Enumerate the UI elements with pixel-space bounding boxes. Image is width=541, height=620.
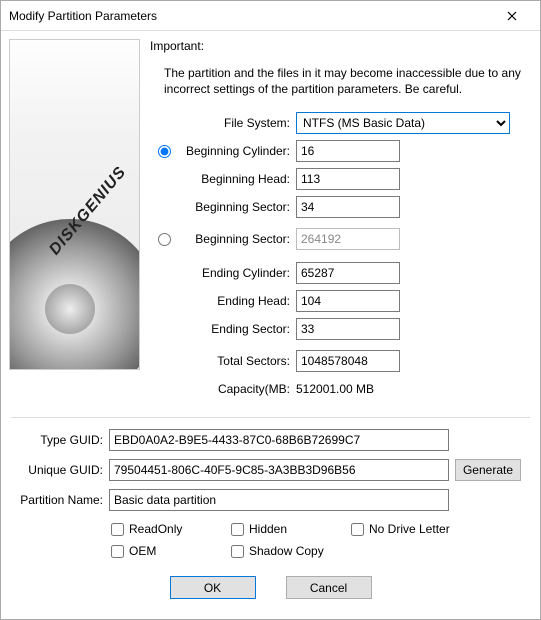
no-drive-letter-checkbox[interactable]: No Drive Letter (351, 518, 491, 540)
beginning-sector-lba-label: Beginning Sector: (178, 232, 296, 246)
capacity-value: 512001.00 MB (296, 382, 374, 396)
cancel-button[interactable]: Cancel (286, 576, 372, 599)
readonly-checkbox[interactable]: ReadOnly (111, 518, 231, 540)
ending-cylinder-input[interactable] (296, 262, 400, 284)
oem-checkbox-box[interactable] (111, 545, 124, 558)
beginning-sector-lba-input (296, 228, 400, 250)
file-system-label: File System: (178, 116, 296, 130)
close-icon (507, 11, 517, 21)
beginning-cylinder-label: Beginning Cylinder: (178, 144, 296, 158)
radio-lba[interactable] (158, 233, 171, 246)
ending-sector-label: Ending Sector: (178, 322, 296, 336)
total-sectors-input[interactable] (296, 350, 400, 372)
unique-guid-label: Unique GUID: (11, 463, 109, 477)
separator (11, 417, 530, 418)
partition-name-input[interactable] (109, 489, 449, 511)
no-drive-letter-checkbox-box[interactable] (351, 523, 364, 536)
ok-button[interactable]: OK (170, 576, 256, 599)
hidden-checkbox-box[interactable] (231, 523, 244, 536)
capacity-label: Capacity(MB: (178, 382, 296, 396)
sidebar-image: DISKGENIUS (9, 39, 140, 370)
ending-cylinder-label: Ending Cylinder: (178, 266, 296, 280)
unique-guid-input[interactable] (109, 459, 449, 481)
total-sectors-label: Total Sectors: (178, 354, 296, 368)
close-button[interactable] (492, 2, 532, 30)
intro-text: The partition and the files in it may be… (150, 61, 532, 111)
beginning-head-input[interactable] (296, 168, 400, 190)
hidden-checkbox[interactable]: Hidden (231, 518, 351, 540)
shadow-copy-checkbox-box[interactable] (231, 545, 244, 558)
ending-head-input[interactable] (296, 290, 400, 312)
type-guid-input[interactable] (109, 429, 449, 451)
important-label: Important: (150, 39, 532, 53)
ending-head-label: Ending Head: (178, 294, 296, 308)
beginning-head-label: Beginning Head: (178, 172, 296, 186)
file-system-select[interactable]: NTFS (MS Basic Data) (296, 112, 510, 134)
beginning-sector-chs-input[interactable] (296, 196, 400, 218)
beginning-cylinder-input[interactable] (296, 140, 400, 162)
radio-chs[interactable] (158, 145, 171, 158)
partition-name-label: Partition Name: (11, 493, 109, 507)
window-title: Modify Partition Parameters (9, 9, 492, 23)
generate-button[interactable]: Generate (455, 459, 521, 481)
beginning-sector-chs-label: Beginning Sector: (178, 200, 296, 214)
oem-checkbox[interactable]: OEM (111, 540, 231, 562)
readonly-checkbox-box[interactable] (111, 523, 124, 536)
type-guid-label: Type GUID: (11, 433, 109, 447)
ending-sector-input[interactable] (296, 318, 400, 340)
title-bar: Modify Partition Parameters (1, 1, 540, 31)
shadow-copy-checkbox[interactable]: Shadow Copy (231, 540, 351, 562)
